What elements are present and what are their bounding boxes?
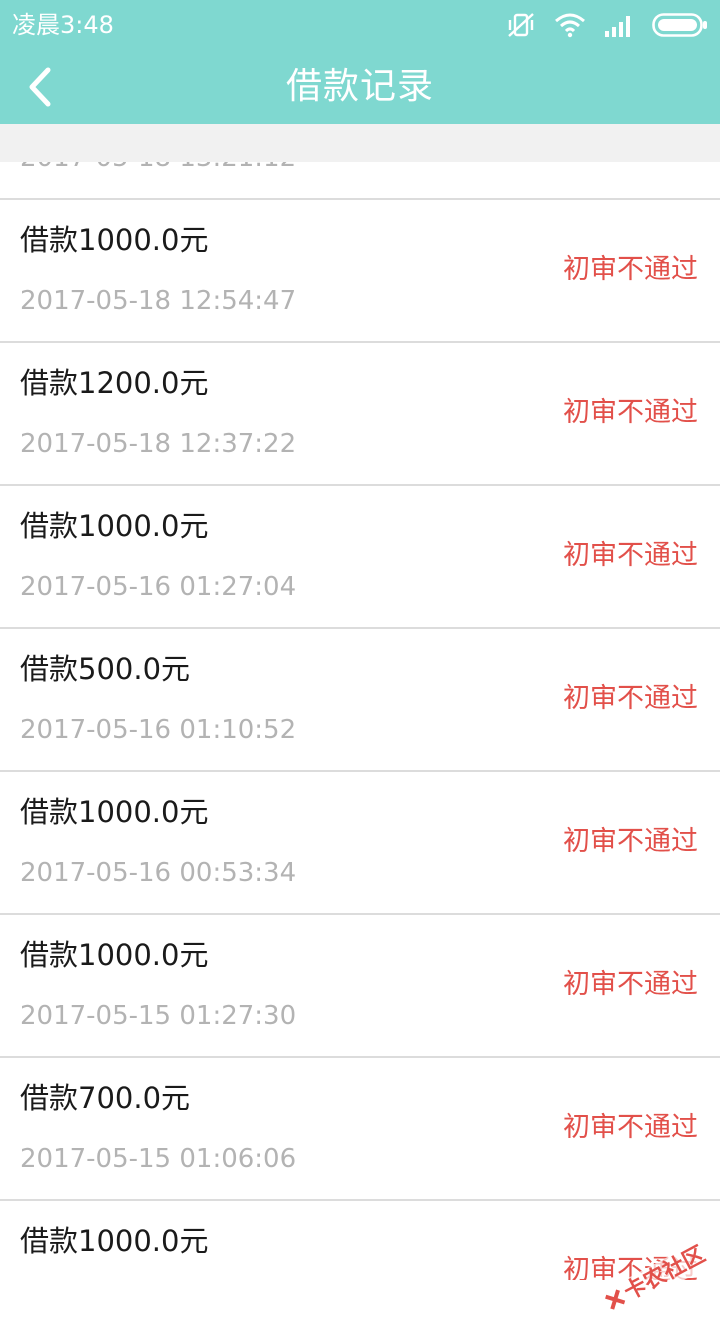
record-status: 初审不通过 (563, 969, 698, 1000)
record-amount: 借款1000.0元 (20, 795, 209, 829)
status-icons (506, 11, 708, 39)
record-row[interactable]: 借款700.0元 2017-05-15 01:06:06 初审不通过 (0, 1058, 720, 1201)
record-row[interactable]: 借款1000.0元 初审不通过 (0, 1201, 720, 1280)
record-amount: 借款500.0元 (20, 652, 191, 686)
record-time: 2017-05-16 01:27:04 (20, 572, 297, 602)
status-bar: 凌晨3:48 (0, 0, 720, 50)
record-status: 初审不通过 (563, 540, 698, 571)
app-header: 凌晨3:48 借款记录 (0, 0, 720, 124)
record-row[interactable]: 借款1000.0元 2017-05-15 01:27:30 初审不通过 (0, 915, 720, 1058)
record-amount: 借款1000.0元 (20, 938, 209, 972)
loan-record-list[interactable]: 借款1500.0元2017-05-18 13:21:12初审不通过借款1000.… (0, 162, 720, 1280)
battery-icon (652, 12, 708, 38)
header-gap (0, 124, 720, 162)
record-row[interactable]: 借款1000.0元 2017-05-18 12:54:47 初审不通过 (0, 200, 720, 343)
signal-icon (604, 13, 634, 37)
record-status: 初审不通过 (563, 826, 698, 857)
nav-bar: 借款记录 (0, 50, 720, 124)
record-amount: 借款700.0元 (20, 1081, 191, 1115)
record-row[interactable]: 借款1500.0元2017-05-18 13:21:12初审不通过 (0, 162, 720, 200)
record-time: 2017-05-16 01:10:52 (20, 715, 297, 745)
record-time: 2017-05-15 01:06:06 (20, 1144, 297, 1174)
record-amount: 借款1000.0元 (20, 1224, 209, 1258)
record-time: 2017-05-16 00:53:34 (20, 858, 297, 888)
record-time: 2017-05-18 13:21:12 (20, 162, 296, 176)
record-row[interactable]: 借款500.0元 2017-05-16 01:10:52 初审不通过 (0, 629, 720, 772)
record-row[interactable]: 借款1200.0元 2017-05-18 12:37:22 初审不通过 (0, 343, 720, 486)
record-amount: 借款1000.0元 (20, 223, 209, 257)
record-time: 2017-05-18 12:54:47 (20, 286, 297, 316)
page-title: 借款记录 (285, 66, 434, 107)
vibrate-off-icon (506, 11, 536, 39)
record-list-content: 借款1500.0元2017-05-18 13:21:12初审不通过借款1000.… (0, 162, 720, 1280)
record-status: 初审不通过 (563, 397, 698, 428)
record-status: 初审不通过 (563, 1112, 698, 1143)
record-status: 初审不通过 (563, 683, 698, 714)
record-time: 2017-05-18 12:37:22 (20, 429, 297, 459)
record-status: 初审不通过 (563, 254, 698, 285)
wifi-icon (554, 12, 586, 38)
status-time: 凌晨3:48 (12, 11, 114, 39)
record-amount: 借款1200.0元 (20, 366, 209, 400)
record-time: 2017-05-15 01:27:30 (20, 1001, 297, 1031)
record-row[interactable]: 借款1000.0元 2017-05-16 00:53:34 初审不通过 (0, 772, 720, 915)
record-amount: 借款1000.0元 (20, 509, 209, 543)
record-row[interactable]: 借款1000.0元 2017-05-16 01:27:04 初审不通过 (0, 486, 720, 629)
